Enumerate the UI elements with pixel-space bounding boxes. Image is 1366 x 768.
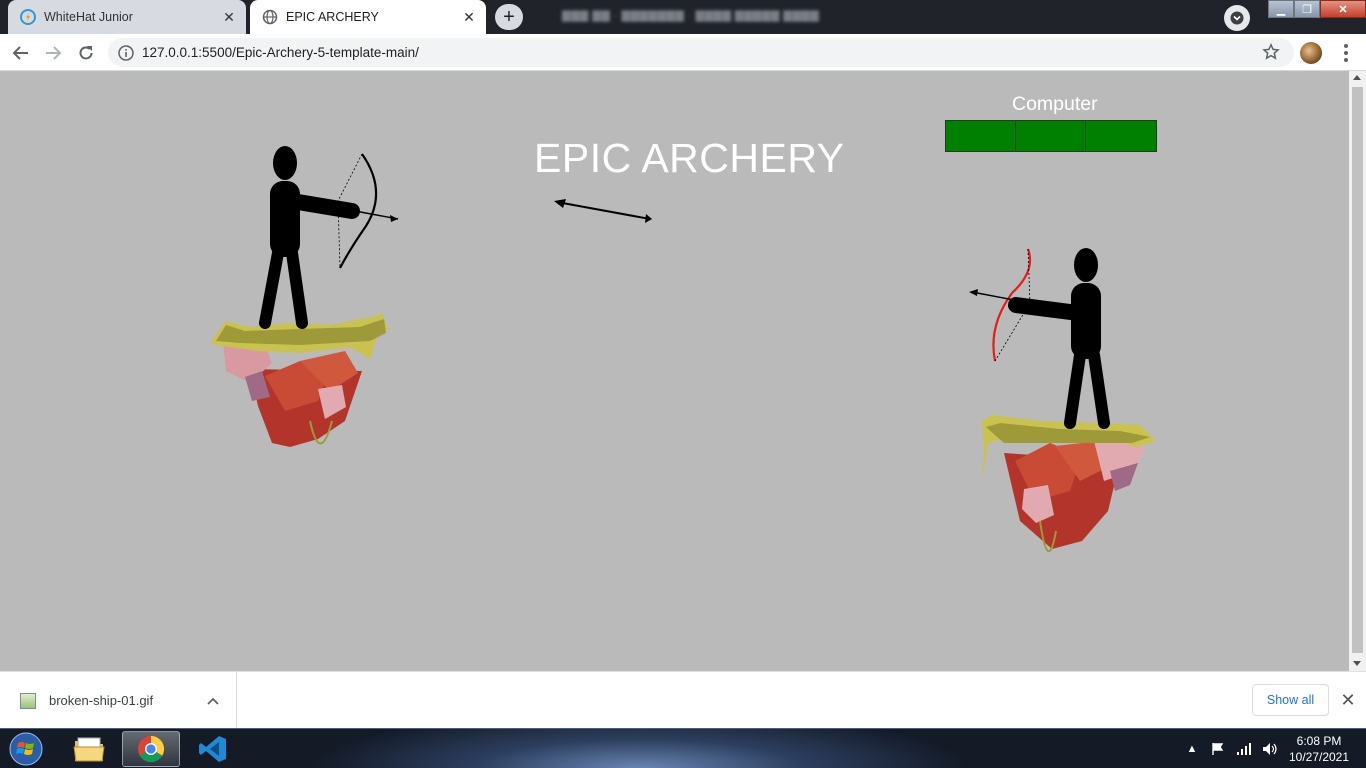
back-button[interactable] [8,40,34,66]
show-hidden-icons-icon[interactable]: ▲ [1184,741,1200,757]
action-center-flag-icon[interactable] [1210,741,1226,757]
tab-title: WhiteHat Junior [44,10,133,24]
computer-health-label: Computer [1012,93,1098,115]
vertical-scrollbar[interactable] [1349,71,1366,671]
player-island [210,313,388,447]
tab-title: EPIC ARCHERY [286,10,379,24]
tab-whitehat-junior[interactable]: WhiteHat Junior ✕ [8,0,246,34]
chrome-taskbar-button[interactable] [122,731,180,767]
info-icon[interactable] [118,44,134,61]
windows-taskbar: ▲ 6:08 PM 10/27/2021 [0,728,1366,768]
show-all-button[interactable]: Show all [1252,684,1329,716]
image-file-icon [20,693,36,709]
browser-titlebar: WhiteHat Junior ✕ EPIC ARCHERY ✕ + ▇▇▇ ▇… [0,0,1366,34]
tab-epic-archery[interactable]: EPIC ARCHERY ✕ [250,0,486,34]
computer-island [982,415,1156,553]
chrome-icon [138,735,165,763]
window-controls: ▁ ❐ ✕ [1268,0,1366,20]
scroll-down-icon[interactable] [1353,661,1361,666]
blurred-window-title: ▇▇▇ ▇▇ · ▇▇▇▇▇▇▇ · ▇▇▇▇ ▇▇▇▇▇ ▇▇▇▇ [562,10,820,22]
url-text: 127.0.0.1:5500/Epic-Archery-5-template-m… [142,45,419,60]
taskbar-clock[interactable]: 6:08 PM 10/27/2021 [1284,733,1354,765]
arrow-left-icon [12,46,28,60]
folder-icon [73,737,105,762]
forward-button[interactable] [40,40,66,66]
close-tab-icon[interactable]: ✕ [220,8,238,26]
scroll-up-icon[interactable] [1353,75,1361,80]
network-signal-icon[interactable] [1236,741,1252,757]
scrollbar-thumb[interactable] [1352,87,1363,653]
chevron-down-icon [1230,11,1244,25]
health-segment [946,121,1016,151]
start-button[interactable] [6,731,46,767]
arrow-right-icon [46,46,62,60]
computer-health-bar [945,120,1157,152]
whitehat-favicon-icon [20,9,36,25]
restore-button[interactable]: ❐ [1294,0,1320,18]
health-segment [1016,121,1086,151]
file-explorer-button[interactable] [60,731,118,767]
profile-avatar[interactable] [1300,42,1322,64]
system-tray: ▲ [1184,729,1278,768]
download-item[interactable]: broken-ship-01.gif [0,672,237,729]
close-tab-icon[interactable]: ✕ [460,8,478,26]
close-shelf-icon[interactable]: ✕ [1338,690,1358,710]
close-window-button[interactable]: ✕ [1320,0,1366,18]
clock-time: 6:08 PM [1296,734,1342,748]
browser-toolbar: 127.0.0.1:5500/Epic-Archery-5-template-m… [0,34,1366,71]
game-title: EPIC ARCHERY [534,135,845,181]
tab-search-button[interactable] [1224,5,1250,31]
reload-button[interactable] [73,40,99,66]
reload-icon [79,46,93,60]
health-segment [1086,121,1156,151]
browser-menu-icon[interactable] [1336,42,1356,64]
game-canvas[interactable]: EPIC ARCHERY Computer [0,71,1349,671]
minimize-button[interactable]: ▁ [1268,0,1294,18]
vscode-taskbar-button[interactable] [184,731,242,767]
download-shelf: broken-ship-01.gif Show all ✕ [0,671,1366,729]
volume-icon[interactable] [1262,741,1278,757]
vscode-icon [199,736,226,762]
chevron-up-icon [207,697,219,705]
new-tab-button[interactable]: + [495,4,523,30]
globe-icon [262,9,278,25]
bookmark-star-icon[interactable] [1262,43,1280,61]
clock-date: 10/27/2021 [1288,750,1350,764]
download-file-name: broken-ship-01.gif [49,693,154,708]
player-archer [259,146,360,329]
windows-logo-icon [9,732,43,766]
flying-arrow [554,199,652,223]
address-bar[interactable]: 127.0.0.1:5500/Epic-Archery-5-template-m… [108,38,1294,67]
download-options-button[interactable] [204,692,222,710]
